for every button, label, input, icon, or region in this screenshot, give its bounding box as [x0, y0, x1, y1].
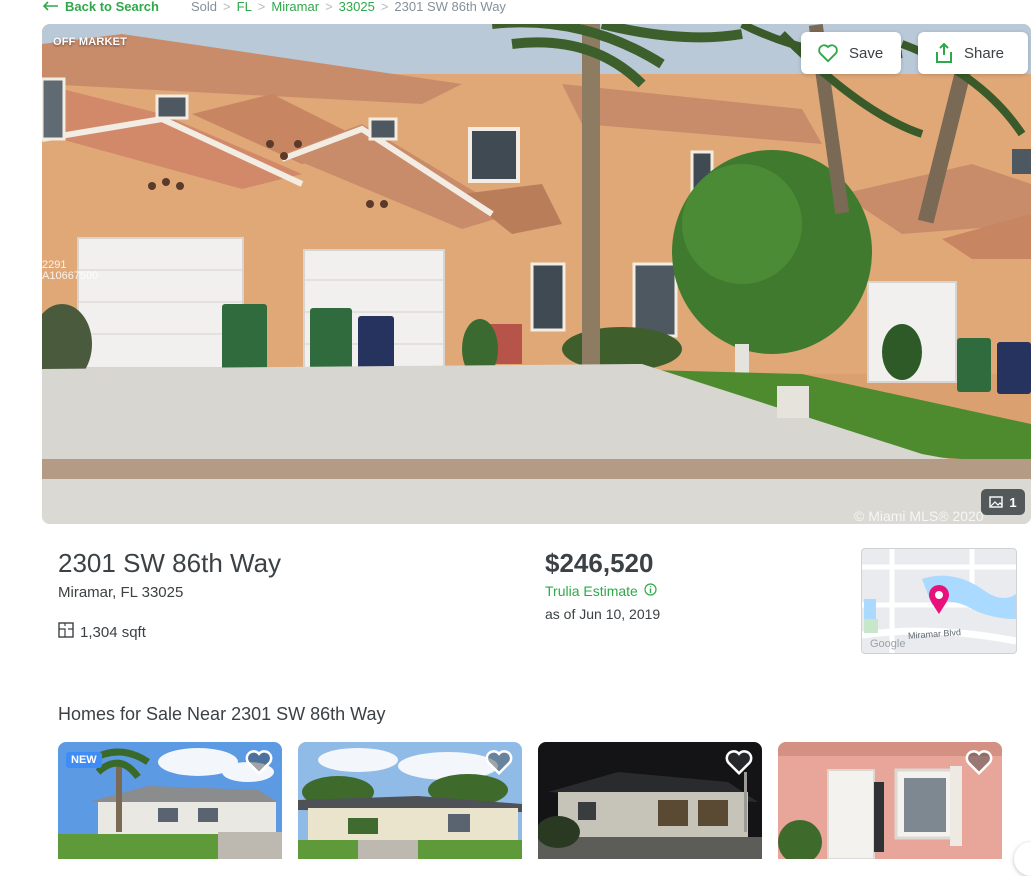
breadcrumb-city[interactable]: Miramar — [271, 0, 319, 14]
map-provider-label: Google — [870, 638, 906, 650]
heart-icon[interactable] — [244, 748, 274, 776]
share-label: Share — [964, 44, 1005, 62]
arrow-left-icon — [42, 0, 59, 14]
mls-watermark: © Miami MLS® 2020 — [854, 508, 984, 524]
info-icon[interactable] — [644, 583, 657, 599]
breadcrumb-state[interactable]: FL — [237, 0, 252, 14]
nearby-home-card[interactable] — [298, 742, 522, 859]
floorplan-icon — [58, 622, 74, 642]
breadcrumb-separator: > — [223, 0, 231, 14]
image-icon — [989, 496, 1004, 508]
nearby-homes-title: Homes for Sale Near 2301 SW 86th Way — [58, 704, 386, 724]
share-button[interactable]: Share — [918, 32, 1028, 74]
breadcrumb-separator: > — [380, 0, 389, 14]
property-city: Miramar, FL 33025 — [58, 584, 184, 601]
breadcrumb-address: 2301 SW 86th Way — [394, 0, 506, 14]
off-market-badge: OFF MARKET — [53, 36, 128, 48]
save-label: Save — [849, 44, 884, 62]
photo-count-button[interactable]: 1 — [981, 489, 1025, 515]
sqft-value: 1,304 sqft — [80, 623, 146, 641]
heart-icon[interactable] — [724, 748, 754, 776]
sqft-info: 1,304 sqft — [58, 622, 146, 642]
heart-icon — [817, 43, 839, 63]
trulia-estimate-link[interactable]: Trulia Estimate — [545, 583, 657, 599]
back-to-search-link[interactable]: Back to Search — [42, 0, 159, 14]
nearby-home-card[interactable] — [778, 742, 1002, 859]
nearby-home-card[interactable]: NEW — [58, 742, 282, 859]
share-icon — [934, 42, 954, 64]
property-address: 2301 SW 86th Way — [58, 548, 282, 578]
mls-tag-id: A10667500 — [42, 270, 99, 282]
new-listing-badge: NEW — [66, 752, 102, 768]
top-nav: Back to Search Sold > FL > Miramar > 330… — [42, 0, 506, 16]
hero-photo[interactable]: OFF MARKET 2291 A10667500 Save Share 1 ©… — [42, 24, 1031, 524]
trulia-estimate-label: Trulia Estimate — [545, 583, 638, 599]
heart-icon[interactable] — [964, 748, 994, 776]
heart-icon[interactable] — [484, 748, 514, 776]
estimate-date: as of Jun 10, 2019 — [545, 606, 661, 622]
breadcrumb-separator: > — [257, 0, 266, 14]
carousel-next-button[interactable] — [1014, 842, 1031, 876]
breadcrumb-separator: > — [325, 0, 333, 14]
mini-map[interactable]: Miramar Blvd Google — [861, 548, 1017, 654]
map-pin-icon — [928, 585, 950, 620]
photo-count-value: 1 — [1009, 494, 1017, 510]
back-to-search-label: Back to Search — [65, 0, 159, 14]
breadcrumb-sold: Sold — [191, 0, 218, 14]
breadcrumb: Sold > FL > Miramar > 33025 > 2301 SW 86… — [191, 0, 506, 14]
mls-id-tag: 2291 A10667500 — [42, 260, 98, 282]
nearby-home-card[interactable] — [538, 742, 762, 859]
house-photo — [42, 24, 1031, 524]
breadcrumb-zip[interactable]: 33025 — [339, 0, 375, 14]
estimate-price: $246,520 — [545, 548, 654, 578]
save-button[interactable]: Save — [801, 32, 901, 74]
